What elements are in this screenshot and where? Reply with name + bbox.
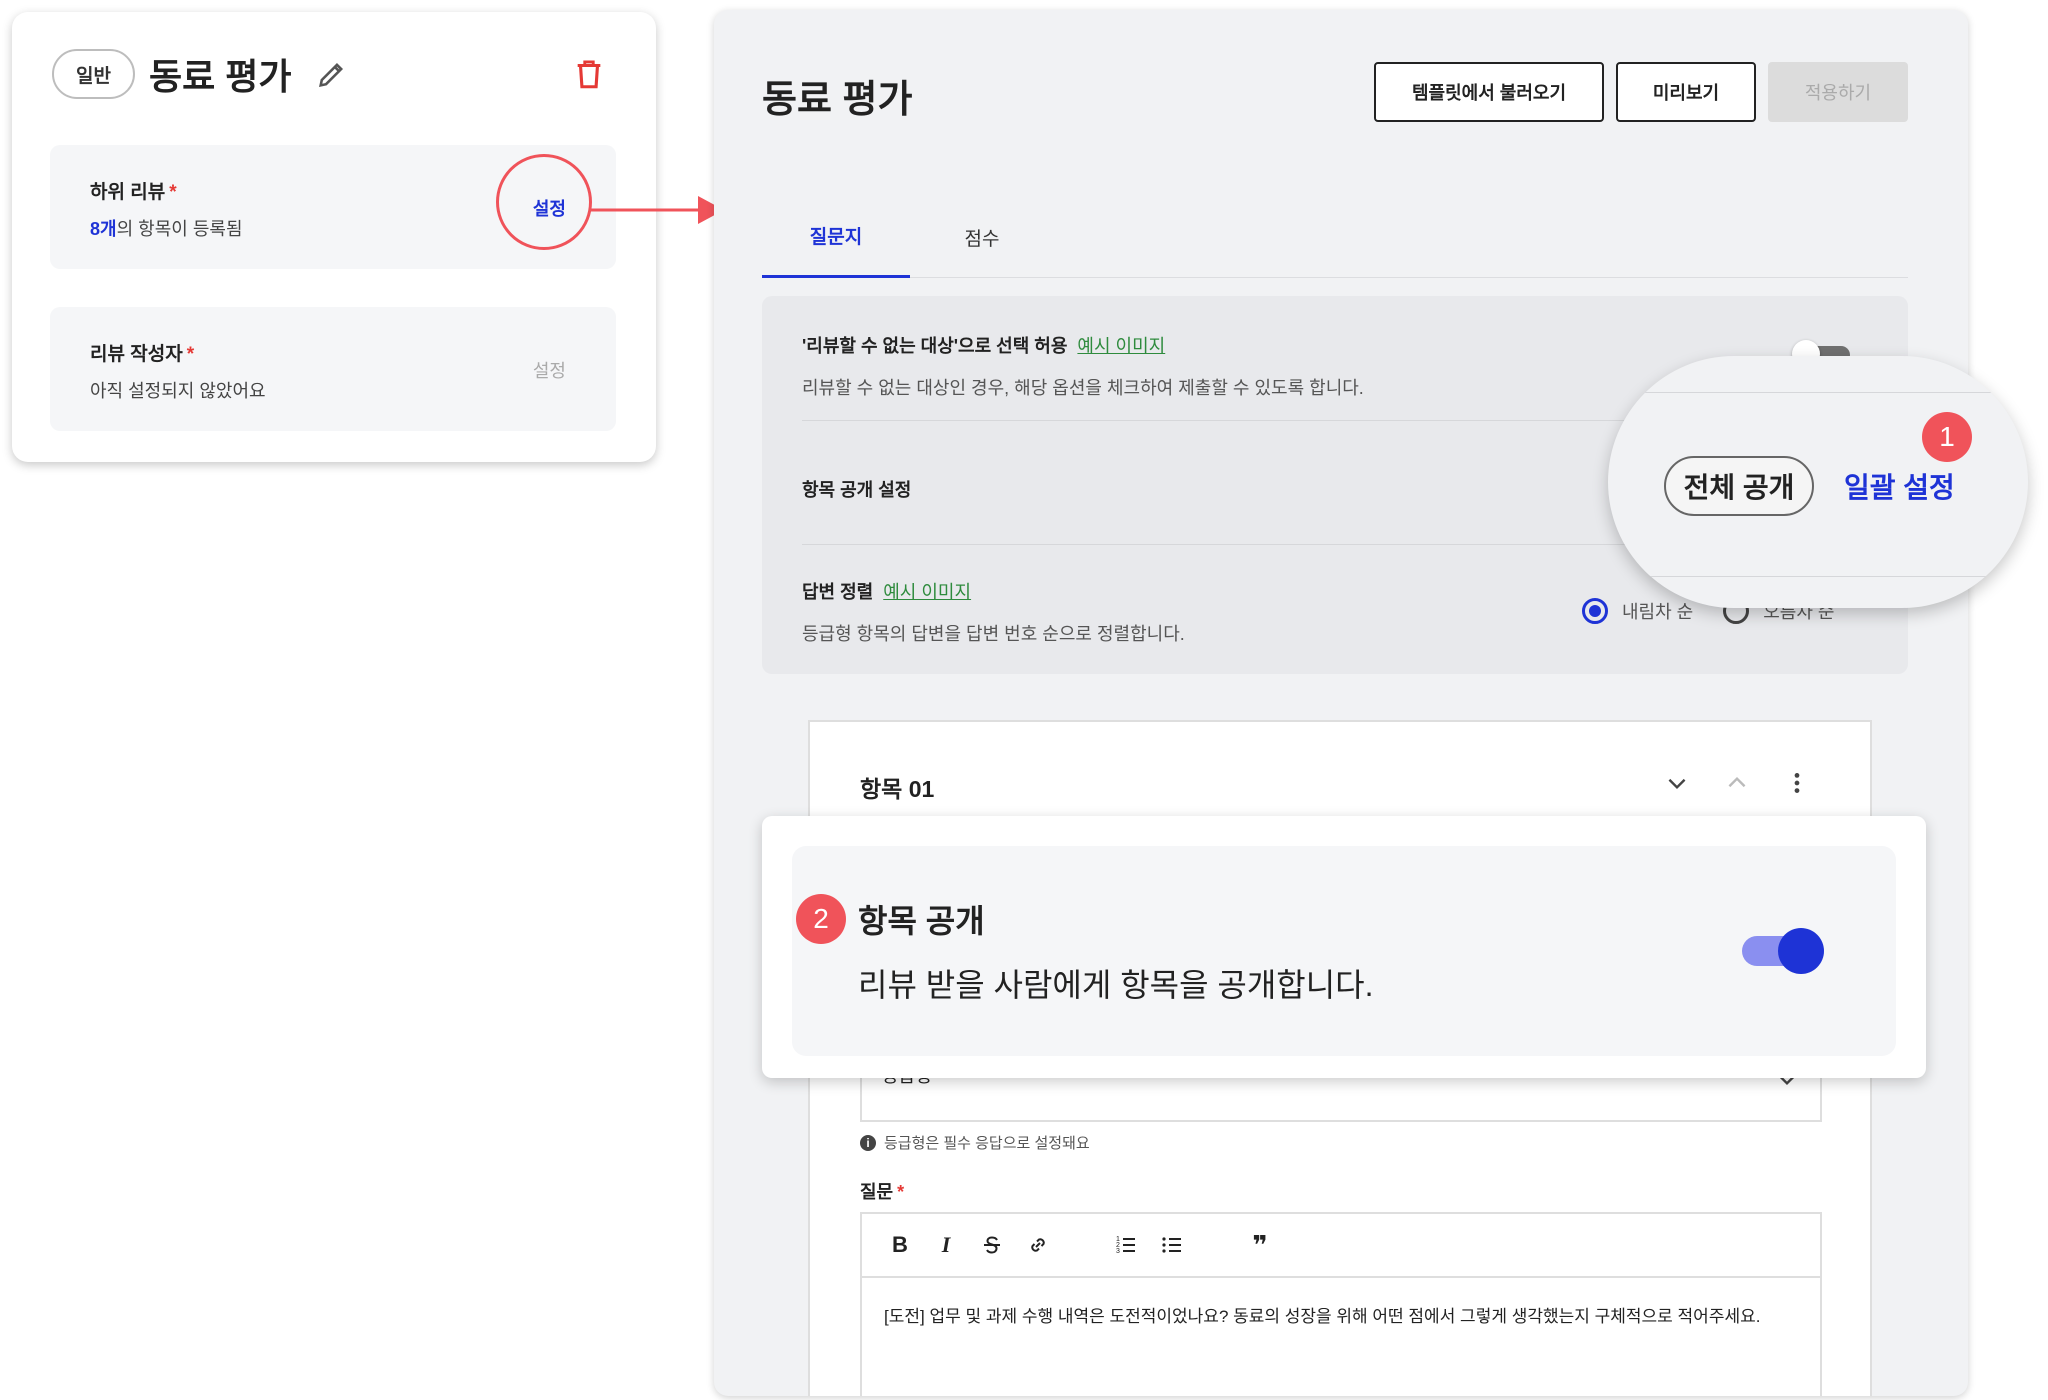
question-label: 질문 * xyxy=(860,1182,905,1202)
ordered-list-icon[interactable]: 123 xyxy=(1114,1233,1138,1257)
bold-icon[interactable]: B xyxy=(888,1232,912,1257)
type-hint: i 등급형은 필수 응답으로 설정돼요 xyxy=(860,1132,1090,1153)
tab-questionnaire[interactable]: 질문지 xyxy=(762,196,910,278)
bulk-setting-button[interactable]: 일괄 설정 xyxy=(1844,466,1955,506)
strikethrough-icon[interactable] xyxy=(980,1233,1004,1257)
item-controls xyxy=(1664,770,1810,796)
quote-icon[interactable]: ❞ xyxy=(1248,1230,1272,1260)
unreviewable-title: '리뷰할 수 없는 대상'으로 선택 허용 xyxy=(802,336,1068,356)
reviewer-status: 아직 설정되지 않았어요 xyxy=(90,381,266,401)
panel-title: 동료 평가 xyxy=(762,79,913,121)
reviewer-label: 리뷰 작성자 * xyxy=(90,344,195,365)
trash-icon[interactable] xyxy=(572,56,606,92)
tab-score[interactable]: 점수 xyxy=(932,196,1032,278)
italic-icon[interactable]: I xyxy=(934,1232,958,1257)
divider xyxy=(1608,392,2028,393)
chevron-up-icon[interactable] xyxy=(1724,770,1750,796)
preview-button[interactable]: 미리보기 xyxy=(1616,62,1756,122)
sort-example-link[interactable]: 예시 이미지 xyxy=(883,582,971,602)
link-icon[interactable] xyxy=(1026,1233,1050,1257)
step-badge-1: 1 xyxy=(1922,412,1972,462)
review-editor-panel: 동료 평가 템플릿에서 불러오기 미리보기 적용하기 질문지 점수 '리뷰할 수… xyxy=(714,10,1968,1396)
bullet-list-icon[interactable] xyxy=(1160,1233,1184,1257)
apply-button[interactable]: 적용하기 xyxy=(1768,62,1908,122)
item-visibility-title: 항목 공개 xyxy=(858,903,985,939)
load-template-button[interactable]: 템플릿에서 불러오기 xyxy=(1374,62,1604,122)
sort-title: 답변 정렬 xyxy=(802,582,874,602)
unreviewable-example-link[interactable]: 예시 이미지 xyxy=(1077,336,1165,356)
reviewer-settings-button[interactable]: 설정 xyxy=(533,357,566,383)
arrow-right-icon xyxy=(590,196,724,224)
question-text[interactable]: [도전] 업무 및 과제 수행 내역은 도전적이었나요? 동료의 성장을 위해 … xyxy=(862,1278,1820,1351)
item-visibility-box: 항목 공개 리뷰 받을 사람에게 항목을 공개합니다. xyxy=(792,846,1896,1056)
reviewer-item: 리뷰 작성자 * 아직 설정되지 않았어요 설정 xyxy=(50,307,616,431)
radio-descending[interactable] xyxy=(1582,598,1608,624)
sub-review-label: 하위 리뷰 * xyxy=(90,182,177,203)
item-title: 항목 01 xyxy=(860,776,935,802)
pencil-icon[interactable] xyxy=(315,57,349,91)
tab-bar: 질문지 점수 xyxy=(762,196,1908,278)
radio-descending-label: 내림차 순 xyxy=(1622,602,1694,622)
sub-review-count: 8개의 항목이 등록됨 xyxy=(90,219,243,239)
card-header: 일반 동료 평가 xyxy=(52,46,616,102)
category-chip[interactable]: 일반 xyxy=(52,49,135,99)
item-visibility-toggle[interactable] xyxy=(1742,928,1824,974)
type-hint-text: 등급형은 필수 응답으로 설정돼요 xyxy=(884,1135,1090,1152)
info-icon: i xyxy=(860,1134,876,1151)
highlight-circle xyxy=(496,154,592,250)
question-editor: B I 123 ❞ [도전] 업무 및 과제 수행 내역은 도전적이었나요? 동… xyxy=(860,1212,1822,1396)
item-visibility-callout: 항목 공개 리뷰 받을 사람에게 항목을 공개합니다. xyxy=(762,816,1926,1078)
visibility-zoom-callout: 전체 공개 일괄 설정 xyxy=(1608,356,2028,608)
chevron-down-icon[interactable] xyxy=(1664,770,1690,796)
more-vertical-icon[interactable] xyxy=(1784,770,1810,796)
editor-toolbar: B I 123 ❞ xyxy=(862,1214,1820,1278)
public-all-chip[interactable]: 전체 공개 xyxy=(1664,456,1814,516)
divider xyxy=(1608,576,2028,577)
item-visibility-desc: 리뷰 받을 사람에게 항목을 공개합니다. xyxy=(858,967,1374,1003)
svg-text:3: 3 xyxy=(1116,1248,1120,1255)
visibility-title: 항목 공개 설정 xyxy=(802,480,912,500)
card-title: 동료 평가 xyxy=(148,56,292,97)
step-badge-2: 2 xyxy=(796,894,846,944)
